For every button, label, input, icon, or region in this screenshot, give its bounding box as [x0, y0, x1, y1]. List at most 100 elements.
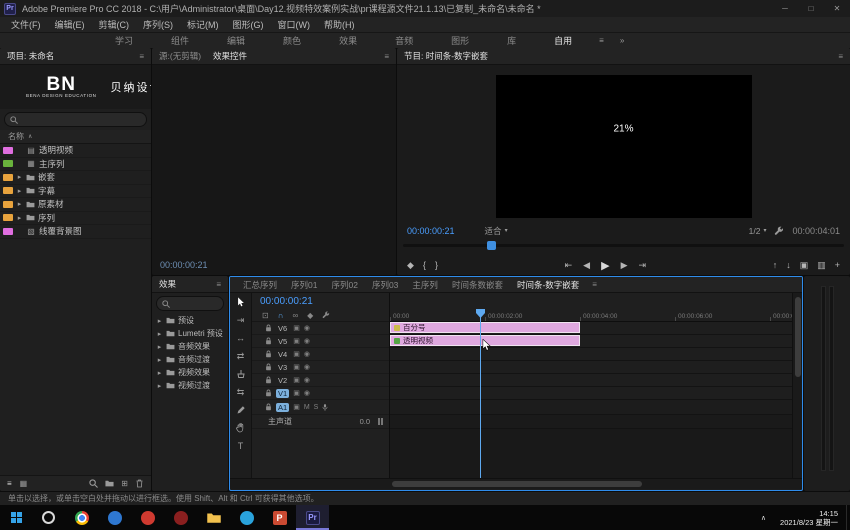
effects-search-input[interactable]: [156, 296, 224, 311]
go-to-in-button[interactable]: ⇤: [565, 260, 573, 271]
project-item-bin[interactable]: ▸ 字幕: [0, 185, 151, 199]
pen-tool[interactable]: [234, 404, 248, 416]
workspace-tab-effects[interactable]: 效果: [320, 34, 376, 47]
add-marker-icon[interactable]: ◆: [307, 311, 313, 320]
playback-resolution-select[interactable]: 1/2 ▾: [749, 226, 767, 236]
scrollbar-handle[interactable]: [392, 481, 642, 487]
sequence-tab[interactable]: 时间条数嵌套: [445, 279, 510, 291]
workspace-tab-graphics[interactable]: 图形: [432, 34, 488, 47]
label-chip[interactable]: [3, 160, 13, 167]
label-chip[interactable]: [3, 147, 13, 154]
disclosure-icon[interactable]: ▸: [16, 200, 23, 208]
step-forward-button[interactable]: ▶: [621, 260, 628, 271]
comparison-view-button[interactable]: ▥: [817, 260, 826, 271]
label-chip[interactable]: [3, 228, 13, 235]
effects-group-video-effects[interactable]: ▸ 视频效果: [152, 366, 228, 379]
new-bin-icon[interactable]: [105, 479, 114, 488]
lane-v1[interactable]: [390, 387, 792, 400]
tab-effects[interactable]: 效果: [159, 278, 176, 290]
slip-tool[interactable]: ⇆: [234, 386, 248, 398]
sync-lock-icon[interactable]: ▣: [293, 403, 300, 411]
disclosure-icon[interactable]: ▸: [16, 187, 23, 195]
file-explorer-button[interactable]: [197, 505, 230, 530]
sequence-tab[interactable]: 序列02: [324, 279, 364, 291]
track-output-icon[interactable]: ◉: [304, 337, 310, 345]
lane-master[interactable]: [390, 415, 792, 429]
menu-clip[interactable]: 剪辑(C): [92, 18, 137, 31]
tab-project[interactable]: 项目: 未命名: [7, 50, 54, 62]
effects-group-presets[interactable]: ▸ 预设: [152, 314, 228, 327]
linked-selection-icon[interactable]: ∞: [292, 311, 298, 320]
track-header-v4[interactable]: V4 ▣ ◉: [252, 348, 389, 361]
sync-lock-icon[interactable]: ▣: [293, 337, 300, 345]
sort-asc-icon[interactable]: ∧: [28, 133, 32, 140]
track-header-a1[interactable]: A1 ▣ M S: [252, 400, 389, 415]
disclosure-icon[interactable]: ▸: [156, 356, 163, 364]
panel-menu-icon[interactable]: ≡: [216, 280, 221, 289]
sequence-tab[interactable]: 序列03: [365, 279, 405, 291]
sync-lock-icon[interactable]: ▣: [293, 363, 300, 371]
track-select-forward-tool[interactable]: ⇥: [234, 314, 248, 326]
sequence-tab[interactable]: 汇总序列: [236, 279, 284, 291]
effect-controls-timecode[interactable]: 00:00:00:21: [160, 260, 208, 270]
sync-lock-icon[interactable]: ▣: [293, 350, 300, 358]
workspace-tab-libraries[interactable]: 库: [488, 34, 535, 47]
workspace-tab-audio[interactable]: 音频: [376, 34, 432, 47]
label-chip[interactable]: [3, 214, 13, 221]
powerpoint-button[interactable]: P: [263, 505, 296, 530]
ripple-edit-tool[interactable]: ↔: [234, 332, 248, 344]
lane-v2[interactable]: [390, 374, 792, 387]
column-name[interactable]: 名称: [8, 131, 24, 142]
track-header-v5[interactable]: V5 ▣ ◉: [252, 335, 389, 348]
icon-view-button[interactable]: ▦: [20, 479, 28, 488]
mute-button[interactable]: M: [304, 404, 310, 411]
track-badge-targeted[interactable]: A1: [276, 403, 289, 412]
disclosure-icon[interactable]: ▸: [156, 330, 163, 338]
sync-lock-icon[interactable]: ▣: [293, 324, 300, 332]
panel-menu-icon[interactable]: ≡: [139, 52, 144, 61]
project-item-bin[interactable]: ▸ 原素材: [0, 198, 151, 212]
taskbar-app-browser[interactable]: [65, 505, 98, 530]
lock-icon[interactable]: [265, 403, 272, 411]
menu-help[interactable]: 帮助(H): [317, 18, 362, 31]
label-chip[interactable]: [3, 174, 13, 181]
menu-graphics[interactable]: 图形(G): [226, 18, 271, 31]
snap-icon[interactable]: ∩: [278, 311, 284, 320]
program-scrubber[interactable]: [403, 241, 844, 250]
sequence-tab-active[interactable]: 时间条-数字嵌套: [510, 279, 586, 291]
program-current-timecode[interactable]: 00:00:00:21: [407, 226, 455, 236]
disclosure-icon[interactable]: ▸: [16, 173, 23, 181]
premiere-taskbar-button[interactable]: Pr: [296, 505, 329, 530]
menu-markers[interactable]: 标记(M): [180, 18, 226, 31]
panel-menu-icon[interactable]: ≡: [838, 52, 843, 61]
lane-a1[interactable]: [390, 400, 792, 415]
workspace-overflow-icon[interactable]: »: [612, 36, 632, 45]
effects-group-lumetri[interactable]: ▸ Lumetri 预设: [152, 327, 228, 340]
effects-group-audio-effects[interactable]: ▸ 音频效果: [152, 340, 228, 353]
disclosure-icon[interactable]: ▸: [16, 214, 23, 222]
zoom-level-select[interactable]: 适合 ▾: [485, 225, 508, 237]
add-marker-button[interactable]: ◆: [407, 260, 414, 271]
panel-menu-icon[interactable]: ≡: [384, 52, 389, 61]
timeline-timecode[interactable]: 00:00:00:21: [252, 293, 389, 309]
disclosure-icon[interactable]: ▸: [156, 382, 163, 390]
track-badge-targeted[interactable]: V1: [276, 389, 289, 398]
timeline-settings-icon[interactable]: [322, 311, 330, 319]
lane-v6[interactable]: 百分号: [390, 322, 792, 335]
playhead[interactable]: [480, 309, 481, 478]
step-back-button[interactable]: ◀: [583, 260, 590, 271]
lane-v4[interactable]: [390, 348, 792, 361]
timeline-horizontal-scrollbar[interactable]: [230, 478, 802, 489]
track-output-icon[interactable]: ◉: [304, 350, 310, 358]
lock-icon[interactable]: [265, 389, 272, 397]
workspace-tab-custom[interactable]: 自用: [535, 34, 591, 47]
tab-program-monitor[interactable]: 节目: 时间条-数字嵌套: [404, 50, 488, 62]
scrubber-playhead[interactable]: [487, 241, 496, 250]
track-badge[interactable]: V5: [276, 337, 289, 346]
menu-edit[interactable]: 编辑(E): [48, 18, 92, 31]
track-header-v2[interactable]: V2 ▣ ◉: [252, 374, 389, 387]
hidden-icons-chevron[interactable]: ∧: [755, 514, 772, 522]
track-badge[interactable]: V3: [276, 363, 289, 372]
track-output-icon[interactable]: ◉: [304, 376, 310, 384]
sync-lock-icon[interactable]: ▣: [293, 376, 300, 384]
